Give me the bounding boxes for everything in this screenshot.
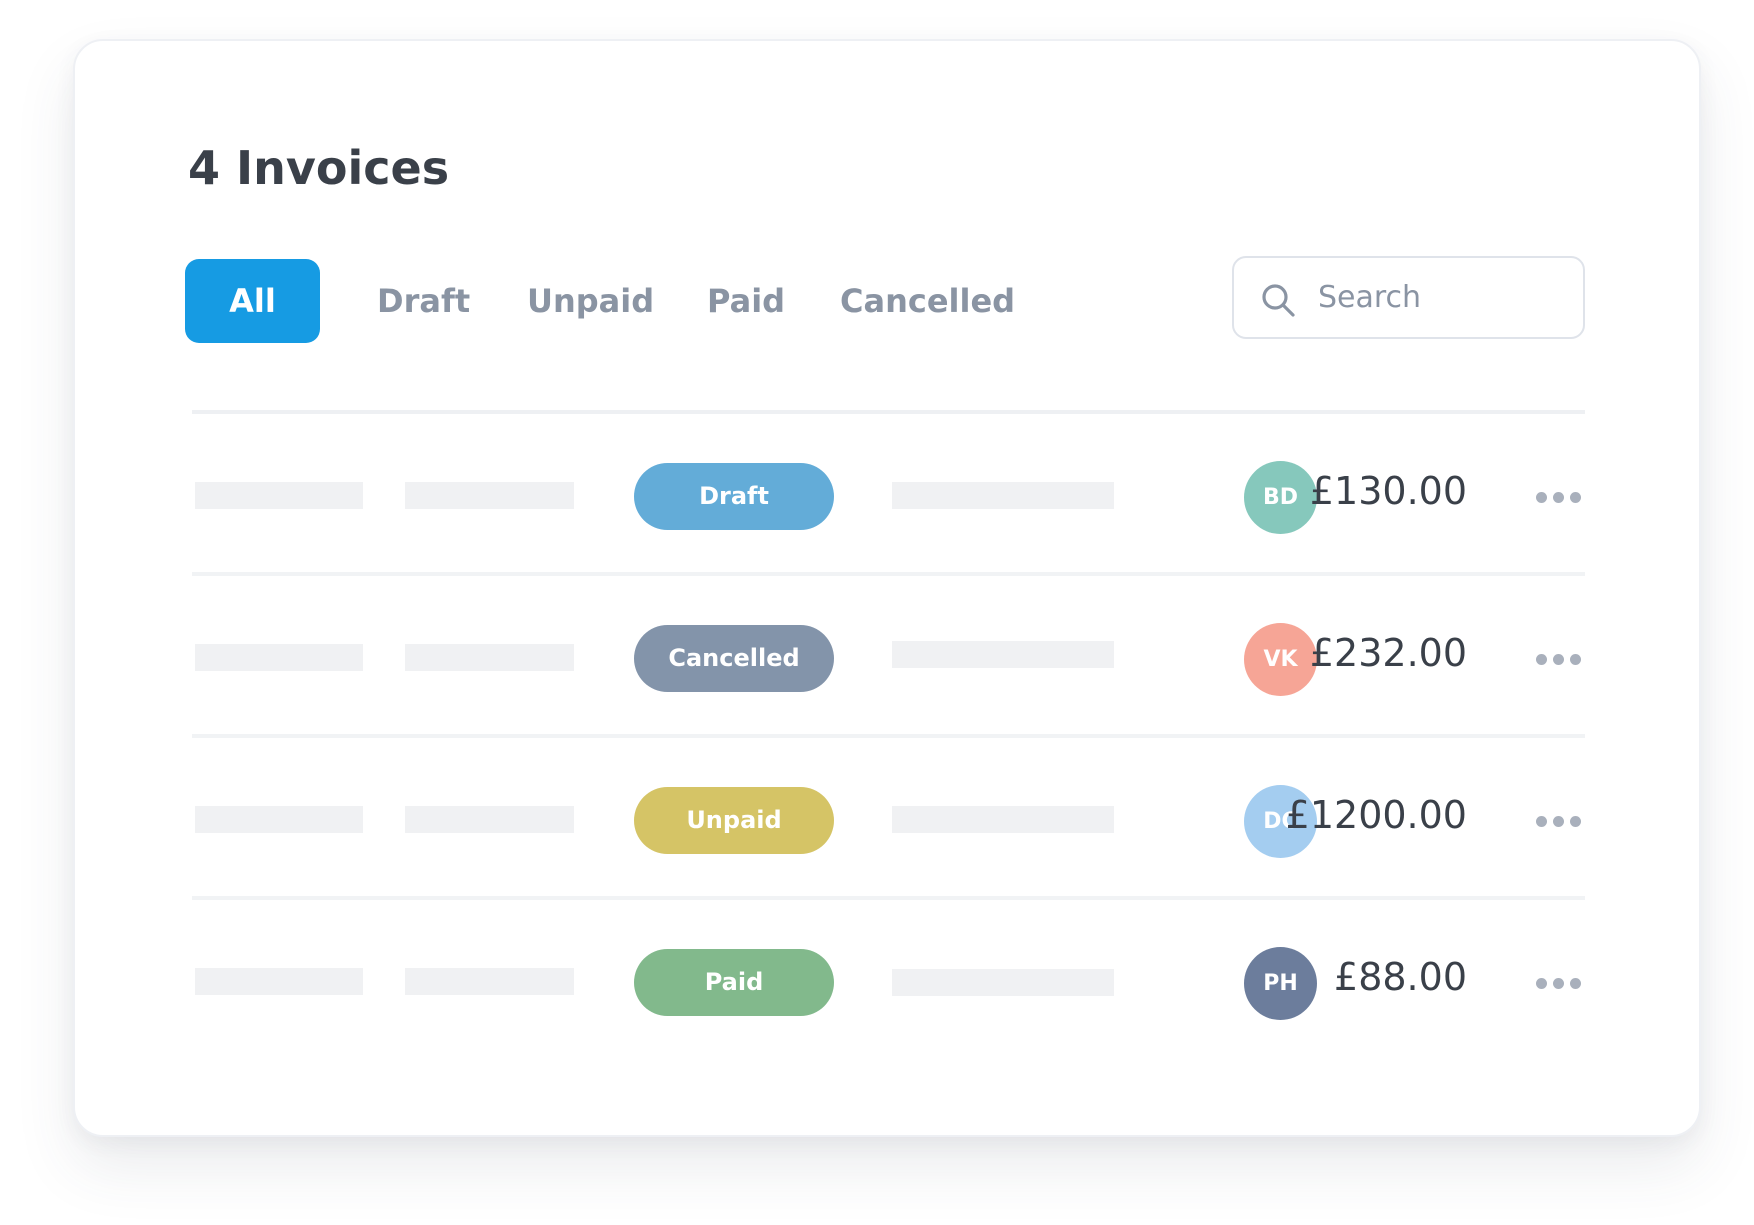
search-icon	[1262, 284, 1295, 317]
invoice-amount: £1200.00	[1285, 793, 1467, 837]
placeholder-cell	[892, 806, 1114, 833]
status-badge: Draft	[634, 463, 834, 530]
placeholder-cell	[405, 968, 574, 995]
placeholder-cell	[892, 969, 1114, 996]
more-options-icon[interactable]	[1535, 490, 1583, 504]
placeholder-cell	[405, 806, 574, 833]
status-badge: Cancelled	[634, 625, 834, 692]
placeholder-cell	[195, 968, 363, 995]
more-options-icon[interactable]	[1535, 976, 1583, 990]
tab-paid[interactable]: Paid	[707, 259, 785, 343]
invoices-card: 4 Invoices All Draft Unpaid Paid Cancell…	[73, 39, 1701, 1137]
invoice-amount: £232.00	[1309, 631, 1467, 675]
placeholder-cell	[195, 644, 363, 671]
invoice-amount: £88.00	[1334, 955, 1467, 999]
placeholder-cell	[195, 482, 363, 509]
table-row[interactable]: Draft BD £130.00	[192, 414, 1585, 576]
table-row[interactable]: Cancelled VK £232.00	[192, 576, 1585, 738]
tab-draft[interactable]: Draft	[377, 259, 470, 343]
table-row[interactable]: Unpaid DC £1200.00	[192, 738, 1585, 900]
invoice-amount: £130.00	[1309, 469, 1467, 513]
placeholder-cell	[195, 806, 363, 833]
search-box[interactable]	[1232, 256, 1585, 339]
placeholder-cell	[405, 482, 574, 509]
avatar: VK	[1244, 623, 1317, 696]
placeholder-cell	[892, 641, 1114, 668]
placeholder-cell	[892, 482, 1114, 509]
page-title: 4 Invoices	[188, 141, 450, 195]
tab-unpaid[interactable]: Unpaid	[527, 259, 654, 343]
avatar: BD	[1244, 461, 1317, 534]
status-badge: Paid	[634, 949, 834, 1016]
more-options-icon[interactable]	[1535, 652, 1583, 666]
tab-all[interactable]: All	[185, 259, 320, 343]
tab-cancelled[interactable]: Cancelled	[840, 259, 1015, 343]
status-badge: Unpaid	[634, 787, 834, 854]
placeholder-cell	[405, 644, 574, 671]
table-row[interactable]: Paid PH £88.00	[192, 900, 1585, 1062]
avatar: PH	[1244, 947, 1317, 1020]
search-input[interactable]	[1318, 258, 1568, 337]
more-options-icon[interactable]	[1535, 814, 1583, 828]
